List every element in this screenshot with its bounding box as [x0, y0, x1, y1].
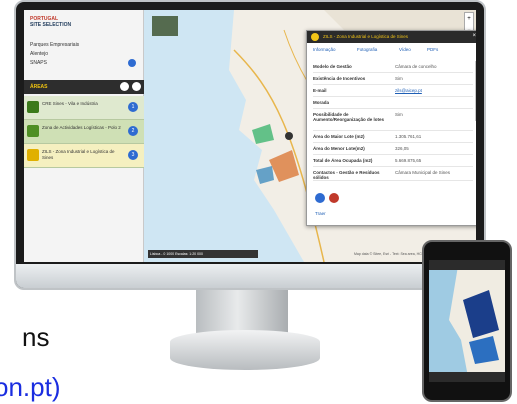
- list-item[interactable]: ZILS - Zona Industrial e Logística de Si…: [24, 144, 144, 168]
- sidebar-line-parques[interactable]: Parques Empresariais: [30, 42, 79, 48]
- row-key: Possibilidade de Aumento/Reorganização d…: [313, 112, 385, 122]
- filter-icon[interactable]: [120, 82, 129, 91]
- row-value: 1.305.761,61: [395, 134, 422, 139]
- tab-informacao[interactable]: Informação: [313, 47, 336, 52]
- list-item-label: Zona de Actividades Logísticas - Polo 2: [42, 125, 121, 130]
- sidebar-line-snaps[interactable]: SNAPS: [30, 60, 47, 66]
- monitor-chin: [16, 264, 484, 288]
- list-item[interactable]: Zona de Actividades Logísticas - Polo 2 …: [24, 120, 144, 144]
- row-key: Total de Área Ocupada (m2): [313, 158, 373, 163]
- list-item-badge: 1: [128, 102, 138, 112]
- close-icon[interactable]: ×: [472, 33, 476, 39]
- tab-video[interactable]: Vídeo: [399, 47, 411, 52]
- popup-footer-link[interactable]: Traer: [315, 211, 326, 216]
- caption-text: ns: [22, 322, 50, 352]
- popup-title: ZILS - Zona Industrial e Logística de Si…: [323, 34, 409, 39]
- row-key: Área do Maior Lote (m2): [313, 134, 365, 139]
- email-link[interactable]: zils@aicep.pt: [395, 88, 422, 93]
- monitor-stand: [196, 290, 288, 334]
- popup-row: Possibilidade de Aumento/Reorganização d…: [313, 109, 473, 131]
- monitor-screen: PORTUGAL SITE SELECTION Parques Empresar…: [24, 10, 476, 262]
- row-value: Sim: [395, 76, 403, 81]
- list-item-label: CRE Sines - Vila e Indústria: [42, 101, 98, 106]
- list-item-label: ZILS - Zona Industrial e Logística de Si…: [42, 149, 115, 160]
- search-icon[interactable]: [132, 82, 141, 91]
- popup-scrollbar[interactable]: [475, 61, 476, 121]
- phone-map[interactable]: [429, 260, 505, 382]
- caption-link[interactable]: on.pt): [0, 372, 61, 403]
- map-scale-bar: Lisboa - 0 1000 Escalas: 1:20 000: [148, 250, 258, 258]
- smartphone: [422, 240, 512, 402]
- popup-tabs: Informação Fotografia Vídeo PDFs: [307, 45, 476, 55]
- list-item[interactable]: CRE Sines - Vila e Indústria 1: [24, 96, 144, 120]
- map-attribution: Map data © Sitee, Esri - Text: Sea area,…: [354, 252, 426, 256]
- row-value: Câmara de concelho: [395, 64, 437, 69]
- sidebar-line-region[interactable]: Alentejo: [30, 51, 48, 57]
- row-value: Câmara Municipal de Sines: [395, 170, 451, 175]
- popup-row: Contactos - Gestão e Resíduos sólidos Câm…: [313, 167, 473, 181]
- row-key: Morada: [313, 100, 330, 105]
- phone-screen: [429, 260, 505, 382]
- popup-row: Existência de Incentivos Sim: [313, 73, 473, 85]
- zone-icon: [311, 33, 319, 41]
- sidebar-panel: PORTUGAL SITE SELECTION Parques Empresar…: [24, 10, 144, 262]
- row-key: Existência de Incentivos: [313, 76, 366, 81]
- zoom-in-icon[interactable]: +: [465, 13, 473, 25]
- map-marker: [285, 132, 293, 140]
- popup-row: Morada: [313, 97, 473, 109]
- row-value: 5.669.875,65: [395, 158, 422, 163]
- list-item-badge: 2: [128, 126, 138, 136]
- popup-row: Área do Maior Lote (m2) 1.305.761,61: [313, 131, 473, 143]
- monitor-base: [170, 330, 320, 370]
- row-key: Área do Menor Lote(m2): [313, 146, 365, 151]
- truck-icon: [27, 125, 39, 137]
- desktop-monitor: PORTUGAL SITE SELECTION Parques Empresar…: [14, 0, 486, 290]
- popup-row: Total de Área Ocupada (m2) 5.669.875,65: [313, 155, 473, 167]
- tab-pdfs[interactable]: PDFs: [427, 47, 438, 52]
- popup-row: Área do Menor Lote(m2) 326,05: [313, 143, 473, 155]
- row-value: 326,05: [395, 146, 409, 151]
- row-key: E-mail: [313, 88, 327, 93]
- snaps-indicator-icon: [128, 59, 136, 67]
- tab-fotografia[interactable]: Fotografia: [357, 47, 377, 52]
- row-key: Modelo de Gestão: [313, 64, 352, 69]
- row-key: Contactos - Gestão e Resíduos sólidos: [313, 170, 380, 180]
- pdf-button[interactable]: [329, 193, 339, 203]
- areas-header-label: ÁREAS: [30, 84, 48, 90]
- truck-icon: [27, 149, 39, 161]
- list-item-badge: 3: [128, 150, 138, 160]
- popup-row: Modelo de Gestão Câmara de concelho: [313, 61, 473, 73]
- share-button[interactable]: [315, 193, 325, 203]
- info-popup: ZILS - Zona Industrial e Logística de Si…: [306, 30, 476, 226]
- row-value: Sim: [395, 112, 403, 117]
- popup-row: E-mail zils@aicep.pt: [313, 85, 473, 97]
- brand-subtitle: SITE SELECTION: [30, 22, 72, 28]
- satellite-thumbnail: [152, 16, 178, 36]
- truck-icon: [27, 101, 39, 113]
